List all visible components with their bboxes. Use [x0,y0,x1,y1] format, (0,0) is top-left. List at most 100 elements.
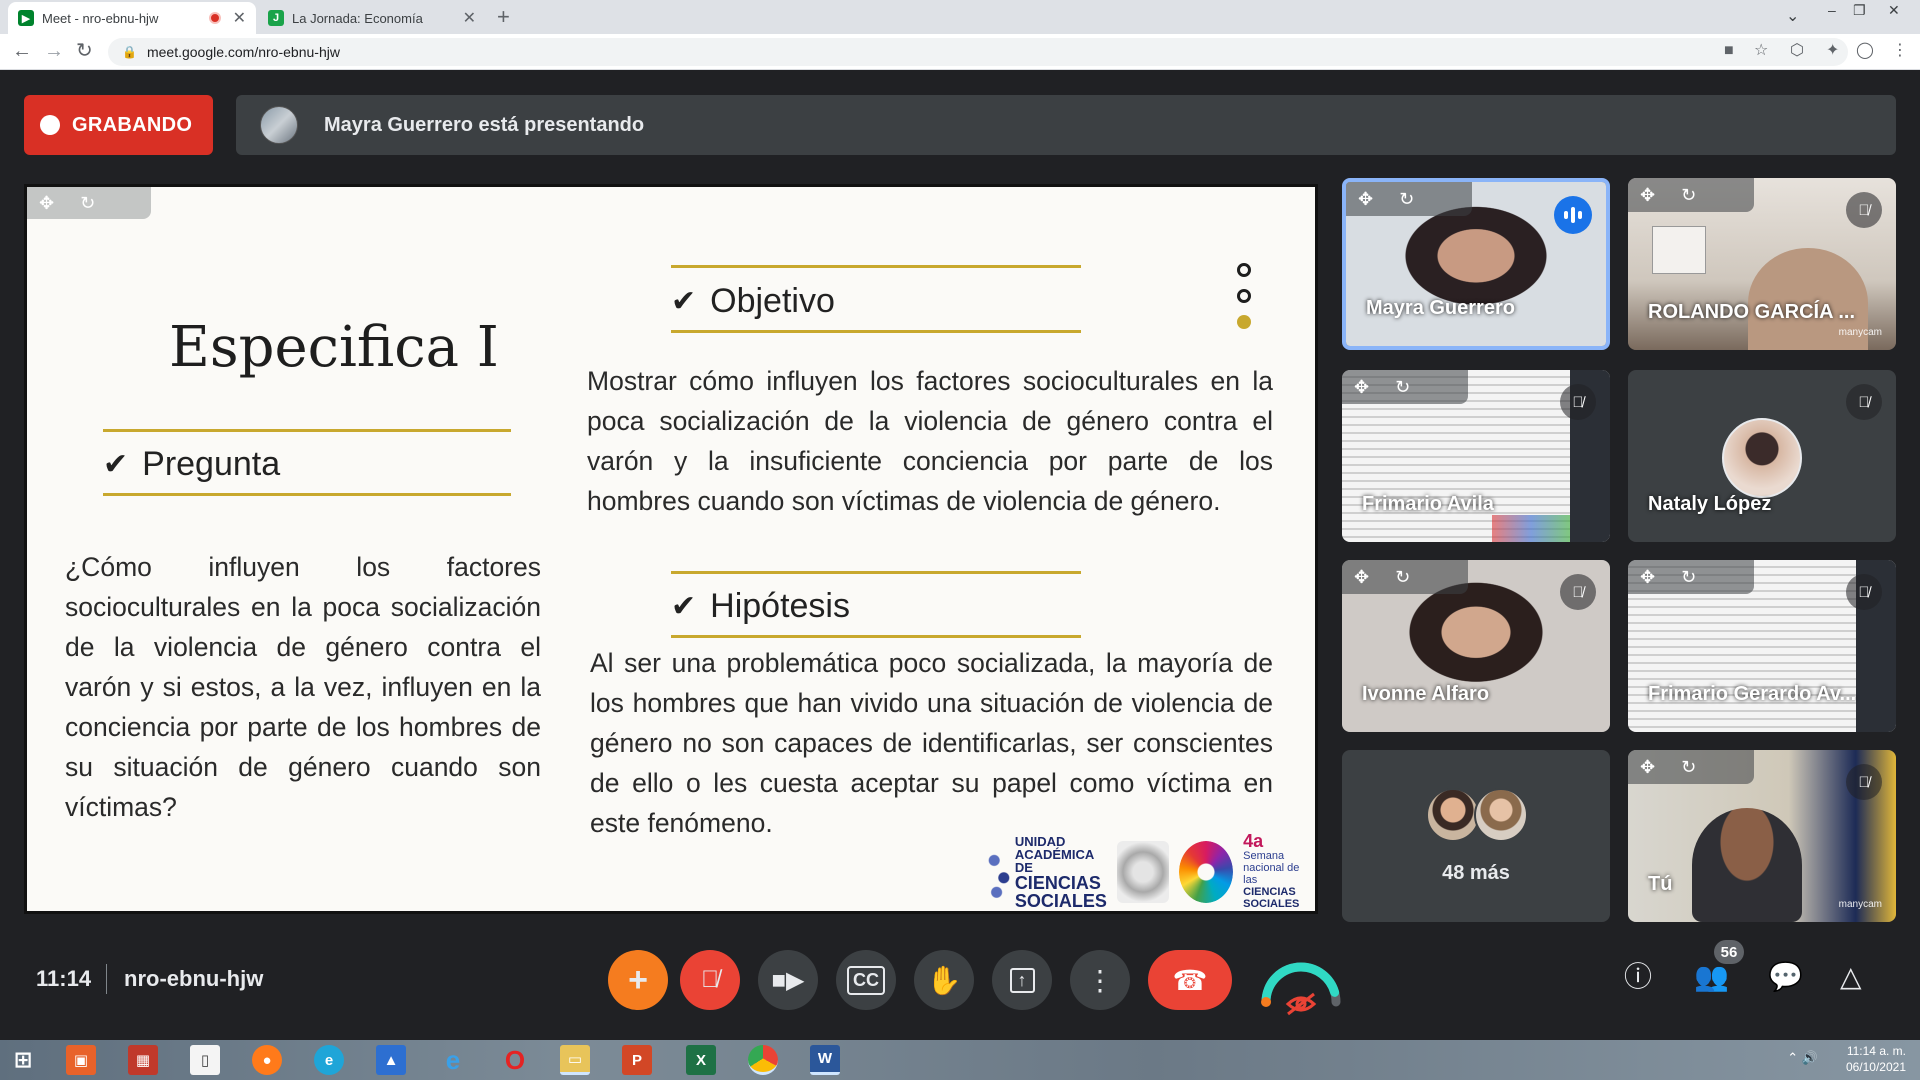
opera-icon[interactable]: O [500,1045,530,1075]
plus-icon: + [628,960,648,999]
people-icon[interactable]: 👥 [1694,960,1729,994]
close-window-icon[interactable]: ✕ [1888,2,1900,19]
mic-off-icon: 🎙̸ [1560,574,1596,610]
move-icon[interactable]: ✥ [1640,567,1655,588]
participant-name: Tú [1648,873,1673,895]
word-icon[interactable]: W [810,1045,840,1075]
extension-box-icon[interactable]: ⬡ [1790,42,1804,60]
move-icon[interactable]: ✥ [1354,567,1369,588]
tile-controls: ✥ ↻ [1628,750,1754,784]
slide: ✥ ↻ Especifica I ✔ Pregunta ¿Cómo influy… [27,187,1315,911]
activities-shapes-icon[interactable]: △ [1840,960,1862,994]
participant-tile[interactable]: 🎙̸ Nataly López [1628,370,1896,542]
chrome-icon[interactable] [748,1045,778,1075]
reload-icon[interactable]: ↻ [76,41,93,61]
mic-off-icon: 🎙̸ [1846,192,1882,228]
app-calendar-icon[interactable]: ▦ [128,1045,158,1075]
refresh-icon[interactable]: ↻ [1395,377,1410,398]
presentation-tile[interactable]: ✥ ↻ Especifica I ✔ Pregunta ¿Cómo influy… [24,184,1318,914]
divider [106,964,107,994]
close-tab-icon[interactable]: ✕ [233,8,246,28]
refresh-icon[interactable]: ↻ [1681,185,1696,206]
institution-logos: UNIDAD ACADÉMICA DE CIENCIAS SOCIALES 4a… [987,832,1307,910]
uacs-logo: UNIDAD ACADÉMICA DE CIENCIAS SOCIALES [987,835,1107,910]
activities-add-button[interactable]: + [608,950,668,1010]
participant-name: Mayra Guerrero [1366,297,1515,319]
move-icon[interactable]: ✥ [1640,757,1655,778]
speaking-indicator-icon [1554,196,1592,234]
participant-avatar [1722,418,1802,498]
refresh-icon[interactable]: ↻ [1681,757,1696,778]
new-tab-icon[interactable]: + [497,6,510,28]
closed-captions-icon: CC [847,965,885,995]
camera-toggle-button[interactable]: ■▶ [758,950,818,1010]
presenting-banner: Mayra Guerrero está presentando [236,95,1896,155]
tile-controls: ✥ ↻ [1342,560,1468,594]
leave-call-button[interactable]: ☎ [1148,950,1232,1010]
more-options-button[interactable]: ⋮ [1070,950,1130,1010]
participant-name: Frimario Gerardo Av... [1648,683,1857,705]
meet-favicon-icon: ▶ [18,10,34,26]
recording-badge[interactable]: GRABANDO [24,95,213,155]
meeting-info-icon[interactable]: ⓘ [1624,960,1652,994]
participant-tile[interactable]: ✥ ↻ 🎙̸ Frimario Gerardo Av... [1628,560,1896,732]
move-icon[interactable]: ✥ [39,193,54,214]
system-tray-icons[interactable]: ⌃ 🔊 [1787,1050,1818,1066]
captions-button[interactable]: CC [836,950,896,1010]
tile-controls: ✥ ↻ [1628,178,1754,212]
forward-icon[interactable]: → [44,41,64,61]
move-icon[interactable]: ✥ [1354,377,1369,398]
mic-off-icon: 🎙̸ [1560,384,1596,420]
powerpoint-icon[interactable]: P [622,1045,652,1075]
hipotesis-heading-text: Hipótesis [710,587,850,625]
pregunta-text: ¿Cómo influyen los factores sociocultura… [65,552,541,822]
bookmark-star-icon[interactable]: ☆ [1754,42,1768,60]
internet-explorer-icon[interactable]: e [438,1045,468,1075]
connection-gauge-icon[interactable] [1258,948,1344,1018]
mic-off-icon: 🎙̸ [1846,764,1882,800]
refresh-icon[interactable]: ↻ [1681,567,1696,588]
windows-start-icon[interactable]: ⊞ [8,1045,38,1075]
menu-kebab-icon[interactable]: ⋮ [1892,42,1908,60]
app-drive-icon[interactable]: ▲ [376,1045,406,1075]
app-photos-icon[interactable]: ▣ [66,1045,96,1075]
edge-icon[interactable]: e [314,1045,344,1075]
move-icon[interactable]: ✥ [1640,185,1655,206]
excel-icon[interactable]: X [686,1045,716,1075]
present-screen-button[interactable]: ↑ [992,950,1052,1010]
close-tab-icon[interactable]: ✕ [463,8,476,28]
pregunta-heading: ✔ Pregunta [103,445,280,484]
self-view-tile[interactable]: ✥ ↻ 🎙̸ Tú manycam [1628,750,1896,922]
camera-icon[interactable]: ■ [1724,42,1734,60]
taskbar-date: 06/10/2021 [1845,1060,1906,1074]
refresh-icon[interactable]: ↻ [1399,189,1414,210]
tab-meet[interactable]: ▶ Meet - nro-ebnu-hjw ✕ [8,2,256,34]
participant-tile[interactable]: ✥ ↻ Mayra Guerrero [1342,178,1610,350]
refresh-icon[interactable]: ↻ [1395,567,1410,588]
back-icon[interactable]: ← [12,41,32,61]
tab-la-jornada[interactable]: J La Jornada: Economía ✕ [258,2,486,34]
recording-label: GRABANDO [72,113,193,136]
mic-toggle-button[interactable]: 🎙̸ [680,950,740,1010]
app-document-icon[interactable]: ▯ [190,1045,220,1075]
more-participants-tile[interactable]: 48 más [1342,750,1610,922]
tab-search-icon[interactable]: ⌄ [1786,6,1799,26]
participant-name: Ivonne Alfaro [1362,683,1490,705]
participant-tile[interactable]: ✥ ↻ 🎙̸ Frimario Avila [1342,370,1610,542]
participant-tile[interactable]: ✥ ↻ 🎙̸ Ivonne Alfaro [1342,560,1610,732]
file-explorer-icon[interactable]: ▭ [560,1045,590,1075]
restore-icon[interactable]: ❐ [1853,2,1866,19]
url-field[interactable]: 🔒 meet.google.com/nro-ebnu-hjw [108,38,1848,66]
refresh-icon[interactable]: ↻ [80,193,95,214]
taskbar-clock[interactable]: 11:14 a. m. 06/10/2021 [1846,1043,1906,1075]
raise-hand-button[interactable]: ✋ [914,950,974,1010]
divider [671,330,1081,333]
hand-icon: ✋ [926,964,962,996]
participant-tile[interactable]: ✥ ↻ 🎙̸ ROLANDO GARCÍA ... manycam [1628,178,1896,350]
move-icon[interactable]: ✥ [1358,189,1373,210]
profile-icon[interactable]: ◯ [1856,42,1874,60]
extensions-puzzle-icon[interactable]: ✦ [1826,42,1839,60]
chat-icon[interactable]: 💬 [1768,960,1803,994]
minimize-icon[interactable]: – [1828,2,1836,18]
firefox-icon[interactable]: ● [252,1045,282,1075]
